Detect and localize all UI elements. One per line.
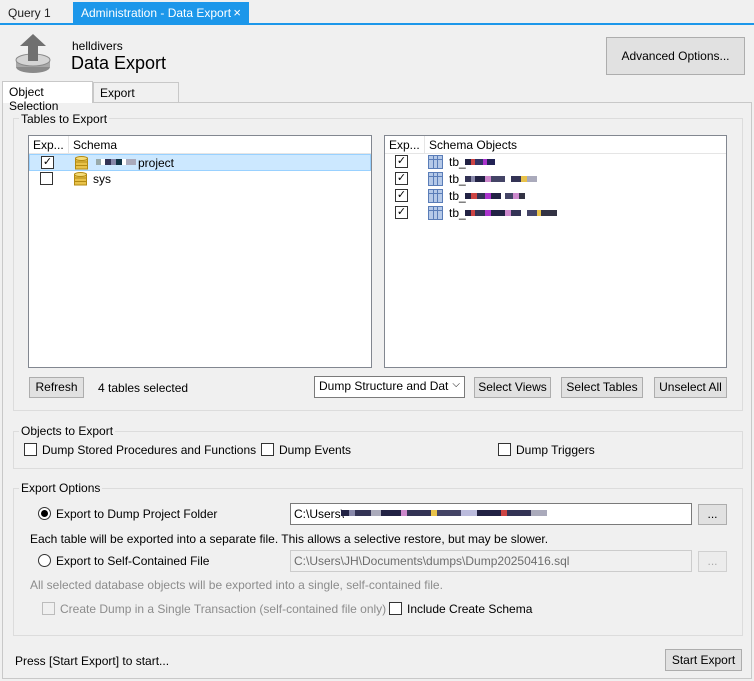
include-create-schema-checkbox[interactable] xyxy=(389,602,402,615)
schema-row-sys[interactable]: sys xyxy=(29,171,371,188)
single-transaction-label: Create Dump in a Single Transaction (sel… xyxy=(60,602,387,616)
dump-file-path-input[interactable]: C:\Users\JH\Documents\dumps\Dump20250416… xyxy=(290,550,692,572)
schema-subtitle: helldivers xyxy=(72,39,123,53)
schema-name-project: project xyxy=(138,156,175,170)
check-icon: ✓ xyxy=(396,189,407,201)
object-row[interactable]: ✓ tb_ xyxy=(385,171,726,188)
browse-folder-button[interactable]: ... xyxy=(698,504,727,525)
tab-object-selection[interactable]: Object Selection xyxy=(2,81,93,113)
table-name: tb_ xyxy=(449,206,466,220)
dump-events-label: Dump Events xyxy=(279,443,352,457)
refresh-button[interactable]: Refresh xyxy=(29,377,84,398)
schema-list-schema-header[interactable]: Schema xyxy=(69,136,371,154)
folder-export-note: Each table will be exported into a separ… xyxy=(30,532,549,546)
schema-checkbox-project[interactable]: ✓ xyxy=(41,156,54,169)
schema-row-project[interactable]: ✓ project xyxy=(29,154,371,171)
schema-name-sys: sys xyxy=(93,172,111,186)
include-create-schema-label: Include Create Schema xyxy=(407,602,533,616)
table-icon xyxy=(428,206,443,220)
object-row[interactable]: ✓ tb_ xyxy=(385,205,726,222)
table-icon xyxy=(428,155,443,169)
tab-query-1[interactable]: Query 1 xyxy=(0,3,70,23)
export-to-file-label: Export to Self-Contained File xyxy=(56,554,210,568)
tab-export-progress[interactable]: Export Progress xyxy=(93,82,179,114)
object-checkbox[interactable]: ✓ xyxy=(395,155,408,168)
redacted-text xyxy=(465,159,495,165)
table-name: tb_ xyxy=(449,189,466,203)
database-icon xyxy=(74,172,87,186)
dump-file-path-value: C:\Users\JH\Documents\dumps\Dump20250416… xyxy=(294,554,570,568)
close-tab-icon[interactable]: × xyxy=(233,5,241,20)
select-tables-button[interactable]: Select Tables xyxy=(561,377,643,398)
check-icon: ✓ xyxy=(396,206,407,218)
dump-type-select[interactable]: Dump Structure and Dat ⌵ xyxy=(314,376,465,398)
dump-triggers-label: Dump Triggers xyxy=(516,443,595,457)
database-icon xyxy=(75,156,88,170)
table-icon xyxy=(428,189,443,203)
tables-selected-count: 4 tables selected xyxy=(98,381,189,395)
page-title: Data Export xyxy=(71,53,167,73)
object-row[interactable]: ✓ tb_ xyxy=(385,188,726,205)
tab-object-selection-label: Object Selection xyxy=(9,85,59,113)
objects-to-export-label: Objects to Export xyxy=(19,424,116,438)
redacted-text xyxy=(465,210,557,216)
unselect-all-button[interactable]: Unselect All xyxy=(654,377,727,398)
status-text: Press [Start Export] to start... xyxy=(15,654,170,668)
check-icon: ✓ xyxy=(396,155,407,167)
export-to-file-radio[interactable] xyxy=(38,554,51,567)
object-checkbox[interactable]: ✓ xyxy=(395,189,408,202)
table-name: tb_ xyxy=(449,155,466,169)
file-export-note: All selected database objects will be ex… xyxy=(30,578,443,592)
data-export-icon xyxy=(14,33,52,75)
browse-file-button[interactable]: ... xyxy=(698,551,727,572)
export-to-folder-label: Export to Dump Project Folder xyxy=(56,507,218,521)
select-views-button[interactable]: Select Views xyxy=(474,377,551,398)
check-icon: ✓ xyxy=(42,156,53,168)
object-checkbox[interactable]: ✓ xyxy=(395,172,408,185)
object-row[interactable]: ✓ tb_ xyxy=(385,154,726,171)
tab-query-1-label: Query 1 xyxy=(8,6,51,20)
dump-stored-procedures-checkbox[interactable] xyxy=(24,443,37,456)
table-name: tb_ xyxy=(449,172,466,186)
objects-list-export-header[interactable]: Exp... xyxy=(385,136,425,154)
objects-list-objects-header[interactable]: Schema Objects xyxy=(425,136,726,154)
start-export-button[interactable]: Start Export xyxy=(665,649,742,671)
schema-list[interactable]: Exp... Schema ✓ project sys xyxy=(28,135,372,368)
dump-triggers-checkbox[interactable] xyxy=(498,443,511,456)
tab-administration-data-export[interactable]: Administration - Data Export × xyxy=(73,2,249,24)
object-checkbox[interactable]: ✓ xyxy=(395,206,408,219)
redacted-text xyxy=(96,159,136,165)
schema-checkbox-sys[interactable] xyxy=(40,172,53,185)
chevron-down-icon: ⌵ xyxy=(452,379,460,390)
dump-type-value: Dump Structure and Dat xyxy=(319,379,449,393)
single-transaction-checkbox[interactable] xyxy=(42,602,55,615)
dump-events-checkbox[interactable] xyxy=(261,443,274,456)
dump-stored-procedures-label: Dump Stored Procedures and Functions xyxy=(42,443,257,457)
advanced-options-button[interactable]: Advanced Options... xyxy=(606,37,745,75)
redacted-text xyxy=(341,510,547,516)
table-icon xyxy=(428,172,443,186)
tables-to-export-label: Tables to Export xyxy=(19,112,110,126)
check-icon: ✓ xyxy=(396,172,407,184)
tab-admin-label: Administration - Data Export xyxy=(81,6,232,20)
schema-objects-list[interactable]: Exp... Schema Objects ✓ tb_ ✓ tb_ ✓ tb_ … xyxy=(384,135,727,368)
dump-folder-path-input[interactable]: C:\Users\ xyxy=(290,503,692,525)
redacted-text xyxy=(465,176,537,182)
redacted-text xyxy=(465,193,525,199)
schema-list-export-header[interactable]: Exp... xyxy=(29,136,69,154)
export-to-folder-radio[interactable] xyxy=(38,507,51,520)
export-options-label: Export Options xyxy=(19,481,103,495)
dump-folder-path-value: C:\Users\ xyxy=(294,507,345,521)
